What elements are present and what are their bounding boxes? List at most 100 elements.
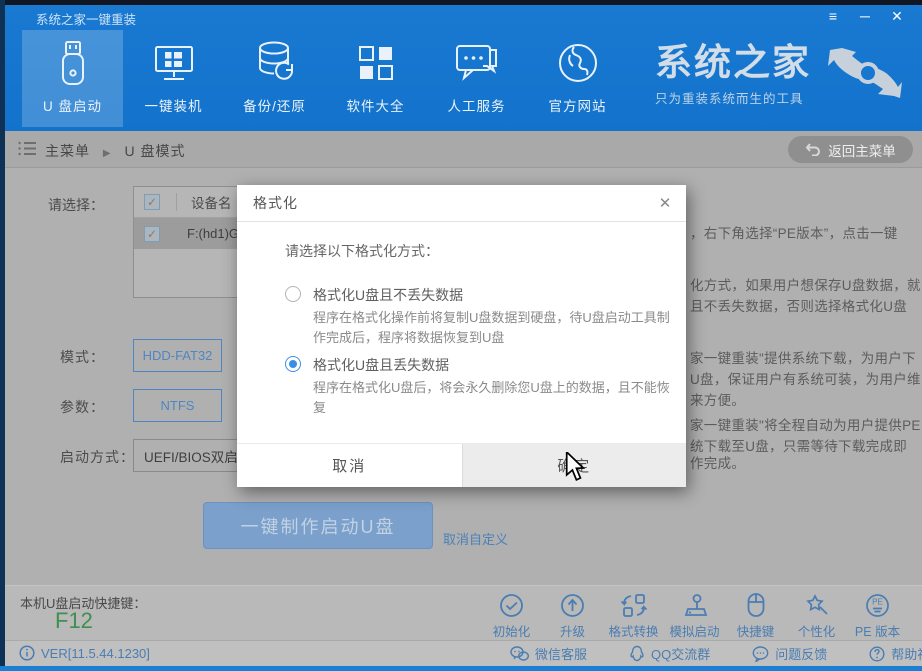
option-description: 程序在格式化操作前将复制U盘数据到硬盘，待U盘启动工具制作完成后，程序将数据恢复…: [313, 308, 681, 348]
back-arrow-icon: [805, 143, 821, 156]
globe-icon: [556, 37, 600, 89]
chat-service-icon: [454, 37, 500, 89]
format-prompt: 请选择以下格式化方式：: [285, 241, 439, 261]
tool-label: 初始化: [493, 621, 531, 640]
breadcrumb: 主菜单 ▶ U 盘模式: [45, 141, 185, 161]
wechat-support-link[interactable]: 微信客服: [510, 644, 587, 663]
upgrade-arrow-icon: [560, 590, 585, 618]
option-description: 程序在格式化U盘后，将会永久删除您U盘上的数据，且不能恢复: [313, 378, 681, 418]
list-menu-icon: [18, 141, 36, 156]
dialog-title: 格式化: [253, 193, 298, 213]
init-check-circle-icon: [499, 590, 524, 618]
window-controls: ≡ ─ ✕: [822, 6, 908, 26]
format-option-keep-data[interactable]: 格式化U盘且不丢失数据 程序在格式化操作前将复制U盘数据到硬盘，待U盘启动工具制…: [285, 285, 681, 348]
clipped-instruction-text: 来方便。: [690, 389, 745, 409]
qq-group-link[interactable]: QQ交流群: [629, 644, 710, 663]
boot-mode-label: 启动方式：: [60, 447, 135, 467]
svg-text:PE: PE: [872, 598, 883, 607]
tool-pe-version[interactable]: PE PE 版本: [847, 590, 908, 640]
tool-initialize[interactable]: 初始化: [481, 590, 542, 640]
tool-label: 快捷键: [737, 621, 775, 640]
close-icon[interactable]: ✕: [886, 6, 908, 26]
version-info: VER[11.5.44.1230]: [19, 645, 150, 661]
brand-swoosh-icon: [812, 42, 908, 104]
clipped-instruction-text: 且不丢失数据，否则选择格式化U盘: [690, 295, 907, 315]
feedback-bubble-icon: [752, 646, 769, 662]
radio-unselected-icon[interactable]: [285, 286, 301, 302]
monitor-windows-icon: [152, 37, 196, 89]
breadcrumb-bar: 主菜单 ▶ U 盘模式 返回主菜单: [5, 131, 922, 168]
select-device-label: 请选择：: [48, 195, 104, 215]
bottom-tool-strip: 本机U盘启动快捷键： F12 初始化 升级: [5, 585, 922, 640]
dialog-close-icon[interactable]: ✕: [654, 193, 676, 215]
param-label: 参数：: [60, 397, 105, 417]
nav-label: 软件大全: [347, 95, 405, 115]
format-dialog-header: 格式化 ✕: [237, 185, 686, 222]
nav-item-official-site[interactable]: 官方网站: [527, 30, 628, 127]
cancel-button[interactable]: 取消: [237, 444, 462, 487]
option-label: 格式化U盘且丢失数据: [313, 355, 681, 375]
window-left-edge: [0, 0, 5, 671]
nav-item-one-click-install[interactable]: 一键装机: [123, 30, 224, 127]
info-icon: [19, 645, 35, 661]
nav-item-human-service[interactable]: 人工服务: [426, 30, 527, 127]
pe-version-icon: PE: [865, 590, 890, 618]
device-name-column-header: 设备名: [191, 192, 232, 212]
back-button-label: 返回主菜单: [828, 140, 896, 160]
breadcrumb-current: U 盘模式: [124, 143, 185, 159]
software-squares-icon: [356, 37, 396, 89]
help-video-icon: [869, 646, 885, 662]
clipped-instruction-text: 作完成。: [690, 452, 745, 472]
tool-label: 个性化: [798, 621, 836, 640]
option-label: 格式化U盘且不丢失数据: [313, 285, 681, 305]
tool-personalize[interactable]: 个性化: [786, 590, 847, 640]
window-bottom-edge: [0, 666, 922, 671]
wechat-icon: [510, 646, 529, 662]
breadcrumb-root[interactable]: 主菜单: [45, 143, 90, 159]
device-checkbox[interactable]: ✓: [144, 226, 160, 242]
nav-item-usb-boot[interactable]: U 盘启动: [22, 30, 123, 127]
hotkey-value: F12: [55, 608, 93, 634]
tool-hotkey[interactable]: 快捷键: [725, 590, 786, 640]
tool-format-convert[interactable]: 格式转换: [603, 590, 664, 640]
tools-row: 初始化 升级 格式转换: [481, 590, 908, 640]
tool-simulate-boot[interactable]: 模拟启动: [664, 590, 725, 640]
divider: [176, 193, 177, 211]
tool-label: 升级: [560, 621, 585, 640]
minimize-icon[interactable]: ─: [854, 6, 876, 26]
make-boot-usb-button[interactable]: 一键制作启动U盘: [203, 502, 433, 549]
clipped-instruction-text: ，右下角选择“PE版本”，点击一键: [690, 222, 898, 242]
mode-value-button[interactable]: HDD-FAT32: [133, 339, 222, 372]
tool-label: 格式转换: [608, 621, 658, 640]
hotkey-mouse-icon: [746, 590, 766, 618]
clipped-instruction-text: U盘，保证用户有系统可装，为用户维: [690, 368, 921, 388]
back-to-main-menu-button[interactable]: 返回主菜单: [788, 136, 913, 163]
tool-label: PE 版本: [855, 621, 900, 640]
menu-icon[interactable]: ≡: [822, 6, 844, 26]
personalize-star-icon: [804, 590, 830, 618]
footer-link-label: 问题反馈: [775, 644, 827, 663]
param-value-button[interactable]: NTFS: [133, 389, 222, 422]
feedback-link[interactable]: 问题反馈: [752, 644, 827, 663]
footer-links: 微信客服 QQ交流群 问题反馈: [510, 644, 922, 663]
nav-label: 官方网站: [549, 95, 607, 115]
footer-bar: VER[11.5.44.1230] 微信客服 QQ交流群: [5, 640, 922, 666]
format-convert-icon: [621, 590, 647, 618]
main-nav: U 盘启动 一键装机: [22, 30, 628, 127]
nav-label: 备份/还原: [243, 95, 306, 115]
format-option-lose-data[interactable]: 格式化U盘且丢失数据 程序在格式化U盘后，将会永久删除您U盘上的数据，且不能恢复: [285, 355, 681, 418]
tool-upgrade[interactable]: 升级: [542, 590, 603, 640]
clipped-instruction-text: 家一键重装"将全程自动为用户提供PE: [690, 414, 921, 434]
cancel-custom-link[interactable]: 取消自定义: [443, 529, 508, 548]
version-text: VER[11.5.44.1230]: [41, 646, 150, 661]
select-all-checkbox[interactable]: ✓: [144, 194, 160, 210]
help-video-link[interactable]: 帮助视频: [869, 644, 922, 663]
mode-label: 模式：: [60, 347, 105, 367]
clipped-instruction-text: 家一键重装"提供系统下载，为用户下: [690, 347, 916, 367]
radio-selected-icon[interactable]: [285, 356, 301, 372]
nav-item-software-collection[interactable]: 软件大全: [325, 30, 426, 127]
usb-drive-icon: [56, 37, 90, 89]
nav-item-backup-restore[interactable]: 备份/还原: [224, 30, 325, 127]
tool-label: 模拟启动: [669, 621, 719, 640]
app-header: 系统之家一键重装 ≡ ─ ✕ U 盘启动: [0, 0, 922, 131]
